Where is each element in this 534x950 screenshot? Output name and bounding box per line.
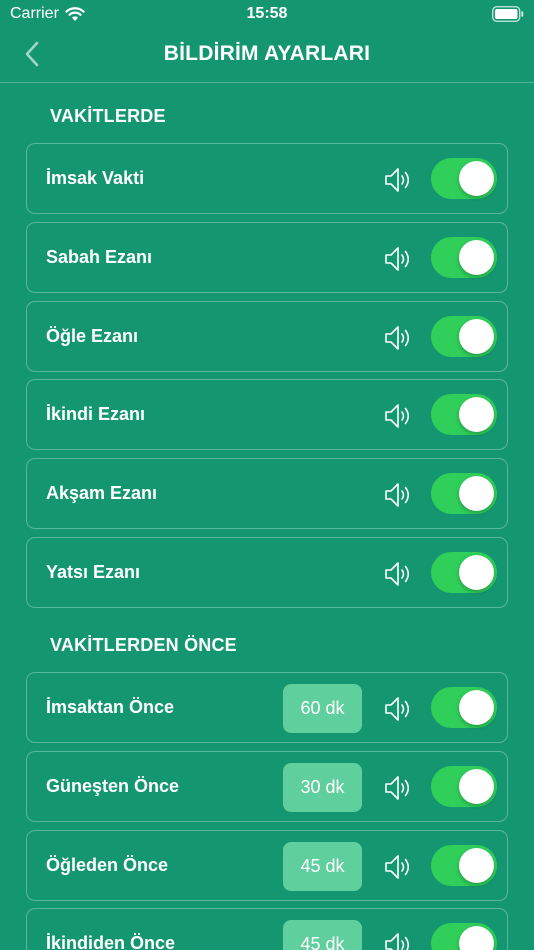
notification-toggle[interactable] bbox=[431, 237, 497, 278]
notification-toggle[interactable] bbox=[431, 766, 497, 807]
section-header-before: VAKİTLERDEN ÖNCE bbox=[50, 635, 237, 655]
minutes-button[interactable]: 30 dk bbox=[283, 763, 362, 812]
notification-toggle[interactable] bbox=[431, 158, 497, 199]
row-label: İmsaktan Önce bbox=[46, 697, 175, 717]
toggle-knob bbox=[459, 848, 494, 883]
notification-toggle[interactable] bbox=[431, 687, 497, 728]
toggle-knob bbox=[459, 397, 494, 432]
list-item-imsak: İmsak Vakti bbox=[26, 143, 508, 214]
status-time: 15:58 bbox=[246, 5, 288, 22]
battery-icon bbox=[492, 6, 524, 22]
list-item-ogleden-once: Öğleden Önce 45 dk bbox=[26, 830, 508, 901]
toggle-knob bbox=[459, 319, 494, 354]
navigation-bar: BİLDİRİM AYARLARI bbox=[0, 28, 534, 83]
list-item-ogle: Öğle Ezanı bbox=[26, 301, 508, 372]
row-label: Yatsı Ezanı bbox=[46, 562, 141, 582]
list-item-gunesten-once: Güneşten Önce 30 dk bbox=[26, 751, 508, 822]
row-label: Sabah Ezanı bbox=[46, 247, 153, 267]
toggle-knob bbox=[459, 769, 494, 804]
row-label: Akşam Ezanı bbox=[46, 483, 158, 503]
speaker-icon[interactable] bbox=[382, 323, 412, 353]
page-title: BİLDİRİM AYARLARI bbox=[163, 42, 371, 65]
notification-toggle[interactable] bbox=[431, 923, 497, 950]
row-label: Öğle Ezanı bbox=[46, 326, 139, 346]
notification-toggle[interactable] bbox=[431, 552, 497, 593]
speaker-icon[interactable] bbox=[382, 244, 412, 274]
speaker-icon[interactable] bbox=[382, 930, 412, 950]
toggle-knob bbox=[459, 161, 494, 196]
speaker-icon[interactable] bbox=[382, 852, 412, 882]
minutes-button[interactable]: 60 dk bbox=[283, 684, 362, 733]
row-label: Güneşten Önce bbox=[46, 776, 180, 796]
speaker-icon[interactable] bbox=[382, 773, 412, 803]
speaker-icon[interactable] bbox=[382, 401, 412, 431]
toggle-knob bbox=[459, 926, 494, 950]
notification-toggle[interactable] bbox=[431, 316, 497, 357]
list-item-sabah: Sabah Ezanı bbox=[26, 222, 508, 293]
speaker-icon[interactable] bbox=[382, 165, 412, 195]
toggle-knob bbox=[459, 690, 494, 725]
minutes-button[interactable]: 45 dk bbox=[283, 842, 362, 891]
section-header-times: VAKİTLERDE bbox=[50, 106, 166, 126]
row-label: İkindiden Önce bbox=[46, 933, 176, 950]
notification-toggle[interactable] bbox=[431, 845, 497, 886]
minutes-button[interactable]: 45 dk bbox=[283, 920, 362, 950]
row-label: Öğleden Önce bbox=[46, 855, 169, 875]
row-label: İmsak Vakti bbox=[46, 168, 145, 188]
speaker-icon[interactable] bbox=[382, 559, 412, 589]
list-item-ikindi: İkindi Ezanı bbox=[26, 379, 508, 450]
toggle-knob bbox=[459, 476, 494, 511]
list-item-ikindiden-once: İkindiden Önce 45 dk bbox=[26, 908, 508, 950]
list-item-yatsi: Yatsı Ezanı bbox=[26, 537, 508, 608]
list-item-imsaktan-once: İmsaktan Önce 60 dk bbox=[26, 672, 508, 743]
status-bar: Carrier 15:58 bbox=[0, 0, 534, 28]
toggle-knob bbox=[459, 240, 494, 275]
row-label: İkindi Ezanı bbox=[46, 404, 146, 424]
list-item-aksam: Akşam Ezanı bbox=[26, 458, 508, 529]
toggle-knob bbox=[459, 555, 494, 590]
notification-toggle[interactable] bbox=[431, 473, 497, 514]
speaker-icon[interactable] bbox=[382, 694, 412, 724]
speaker-icon[interactable] bbox=[382, 480, 412, 510]
notification-toggle[interactable] bbox=[431, 394, 497, 435]
